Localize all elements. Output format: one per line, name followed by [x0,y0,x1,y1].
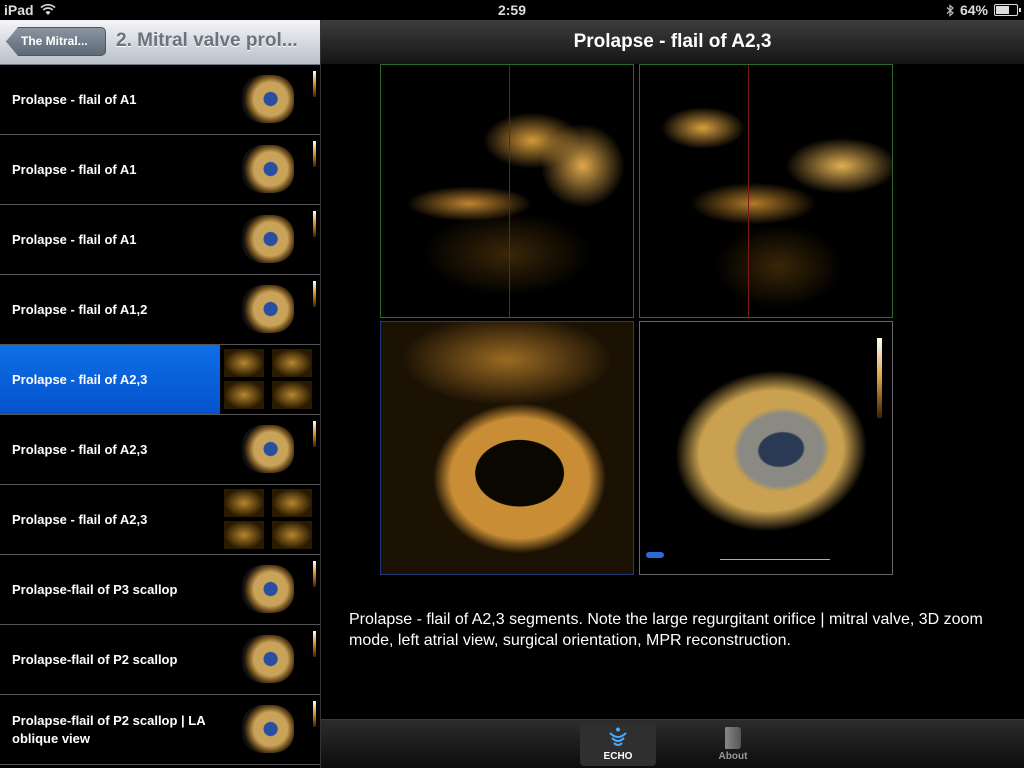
list-item-label: Prolapse - flail of A1 [12,161,137,177]
thumbnail-quadrant [272,381,312,409]
battery-level [996,6,1009,14]
tab-echo[interactable]: ECHO [580,723,656,766]
battery-percent: 64% [959,2,988,18]
list-item-label: Prolapse-flail of P2 scallop | LA obliqu… [12,712,206,746]
device-name: iPad [4,2,34,18]
thumbnail-image [242,145,294,193]
thumbnail-quadrant [272,521,312,549]
list-item-thumbnail [220,695,320,764]
thumbnail-image [242,705,294,753]
thumbnail-quadrant [224,349,264,377]
image-caption: Prolapse - flail of A2,3 segments. Note … [349,611,983,649]
back-button[interactable]: The Mitral... [6,27,106,56]
list-item[interactable]: Prolapse - flail of A2,3 [0,415,320,485]
list-item-label: Prolapse - flail of A1 [12,91,137,107]
thumbnail-scale [313,71,316,97]
mpr-panel-top-right [639,64,893,318]
list-item-thumbnail [220,485,320,554]
master-navbar: The Mitral... 2. Mitral valve prol... [0,20,320,65]
list-item-thumbnail [220,555,320,624]
crosshair-line [509,65,510,317]
thumbnail-quadrant [224,381,264,409]
thumbnail-image [242,75,294,123]
list-item-label: Prolapse - flail of A2,3 [12,441,148,457]
detail-title: Prolapse - flail of A2,3 [321,20,1024,65]
list-item-thumbnail [220,275,320,344]
tab-label: About [718,751,748,762]
list-item-label: Prolapse - flail of A1 [12,231,137,247]
echo-image [381,322,633,574]
thumbnail-scale [313,281,316,307]
crosshair-line [748,65,749,317]
list-item[interactable]: Prolapse - flail of A1,2 [0,275,320,345]
clock: 2:59 [497,2,527,18]
thumbnail-scale [313,701,316,727]
mpr-panel-bottom-left [380,321,634,575]
status-left: iPad [4,2,56,18]
thumbnail-image [242,215,294,263]
detail-pane: Prolapse - flail of A2,3 Prolapse - flai… [321,20,1024,768]
list-item[interactable]: Prolapse - flail of A1 [0,135,320,205]
list-item-thumbnail [220,205,320,274]
list-item-thumbnail [220,415,320,484]
list-item-label: Prolapse - flail of A2,3 [12,371,148,387]
list-item[interactable]: Prolapse - flail of A1 [0,205,320,275]
status-bar: iPad 2:59 64% [0,0,1024,20]
list-item-label: Prolapse - flail of A2,3 [12,511,148,527]
list-item[interactable]: Prolapse-flail of P2 scallop [0,625,320,695]
thumbnail-image [242,635,294,683]
list-item-thumbnail [220,625,320,694]
tab-bar: ECHO About [321,719,1024,768]
book-icon [695,723,771,751]
thumbnail-quadrant [272,489,312,517]
master-title: 2. Mitral valve prol... [116,30,298,51]
thumbnail-scale [313,421,316,447]
3d-render-panel [639,321,893,575]
echo-image-viewer[interactable] [380,64,894,576]
status-right: 64% [946,2,1021,18]
thumbnail-quadrant [224,521,264,549]
list-item[interactable]: Prolapse - flail of A2,3 [0,345,320,415]
tab-label: ECHO [603,751,633,762]
list-item[interactable]: Prolapse-flail of P2 scallop | LA obliqu… [0,695,320,765]
thumbnail-scale [313,561,316,587]
list-item-label: Prolapse-flail of P3 scallop [12,581,178,597]
list-item[interactable]: Prolapse - flail of A2,3 [0,485,320,555]
battery-icon [994,4,1021,16]
tab-about[interactable]: About [695,723,771,766]
list-item-thumbnail [220,345,320,414]
thumbnail-image [242,565,294,613]
orientation-marker [646,552,664,558]
list-item-thumbnail [220,135,320,204]
thumbnail-scale [313,631,316,657]
echo-image [381,65,633,317]
list-item-thumbnail [220,65,320,134]
master-pane: The Mitral... 2. Mitral valve prol... Pr… [0,20,320,768]
echo-wave-icon [580,723,656,751]
echo-3d-image [658,338,882,546]
thumbnail-image [242,285,294,333]
thumbnail-scale [313,211,316,237]
wifi-icon [40,4,56,15]
thumbnail-quadrant [272,349,312,377]
list-item[interactable]: Prolapse - flail of A1 [0,65,320,135]
color-scale-bar [877,338,882,418]
thumbnail-scale [313,141,316,167]
list-item-label: Prolapse - flail of A1,2 [12,301,148,317]
ecg-trace [720,559,830,560]
list-item[interactable]: Prolapse-flail of P3 scallop [0,555,320,625]
thumbnail-image [242,425,294,473]
case-list: Prolapse - flail of A1 Prolapse - flail o… [0,65,320,765]
bluetooth-icon [946,3,954,17]
mpr-panel-top-left [380,64,634,318]
list-item-label: Prolapse-flail of P2 scallop [12,651,178,667]
echo-image [640,65,892,317]
thumbnail-quadrant [224,489,264,517]
